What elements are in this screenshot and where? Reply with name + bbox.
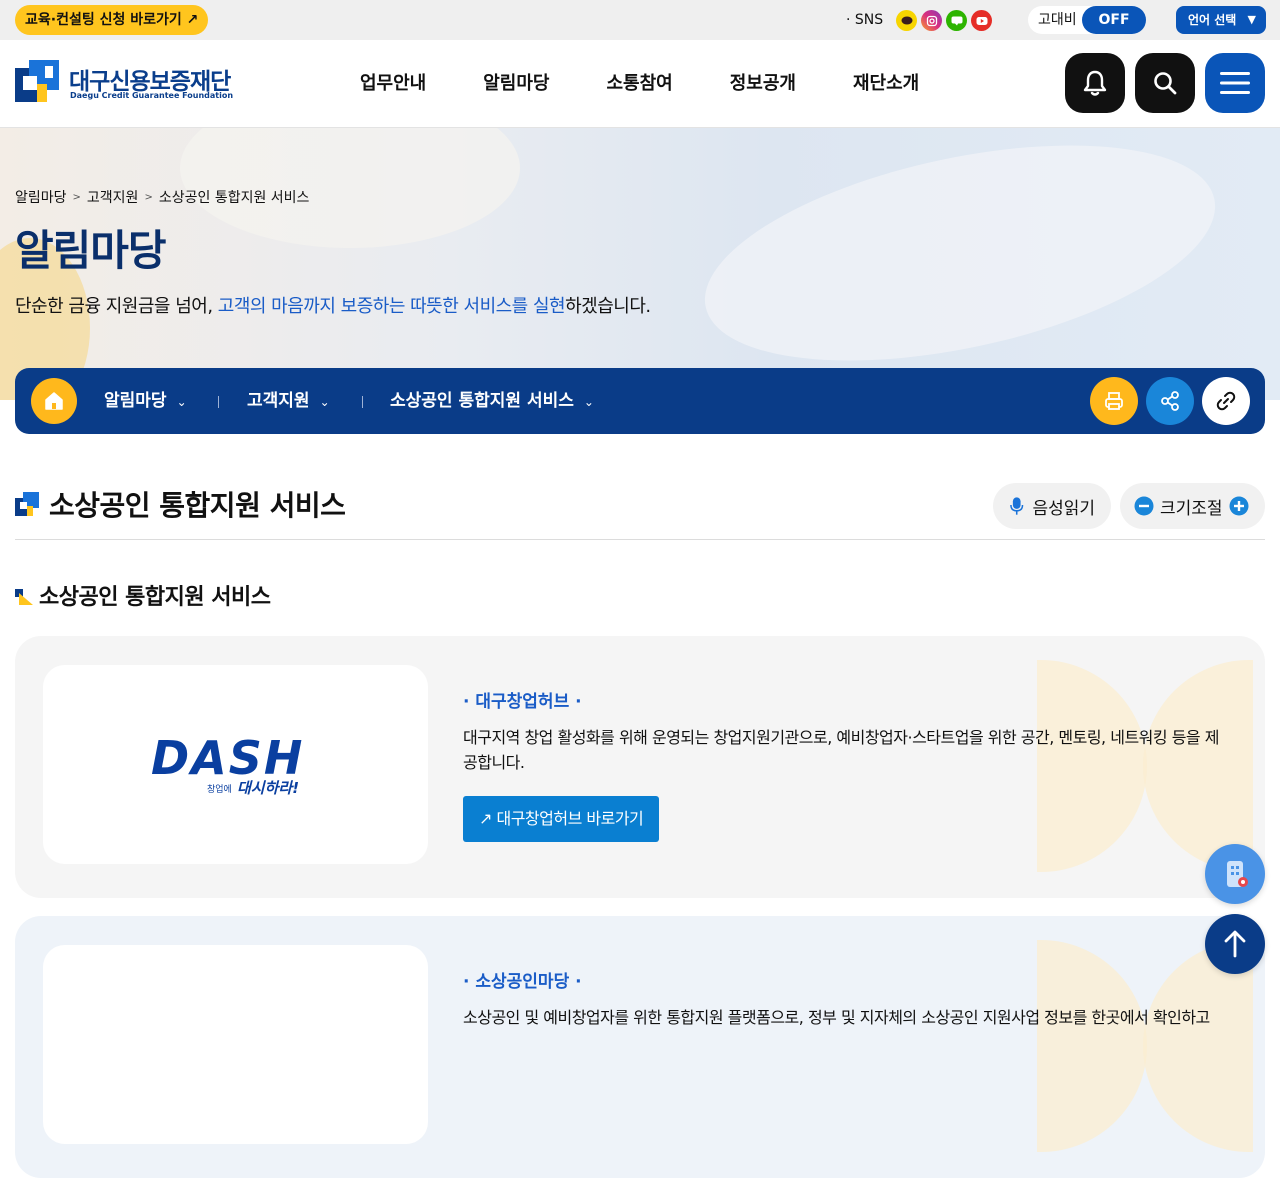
service-logo-box: DASH 창업에 대시하라! <box>43 665 428 864</box>
breadcrumb-separator: > <box>72 192 81 203</box>
page-title: 알림마당 <box>15 226 167 275</box>
dash-logo: DASH 창업에 대시하라! <box>151 733 321 797</box>
service-link-button[interactable]: ↗ 대구창업허브 바로가기 <box>463 796 660 842</box>
location-depth2-select[interactable]: 고객지원 ⌄ <box>247 389 330 414</box>
divider <box>362 396 363 408</box>
high-contrast-toggle[interactable]: OFF <box>1082 6 1146 34</box>
global-navigation: 업무안내 알림마당 소통참여 정보공개 재단소개 <box>360 70 976 98</box>
dash-logo-sub: 대시하라! <box>237 779 300 797</box>
copy-link-button[interactable] <box>1202 377 1250 425</box>
sns-label: · SNS <box>846 12 884 28</box>
read-aloud-label: 음성읽기 <box>1032 498 1095 519</box>
language-select-button[interactable]: 언어 선택 ▼ <box>1176 6 1266 34</box>
content-title-text: 소상공인 통합지원 서비스 <box>49 489 346 522</box>
print-button[interactable] <box>1090 377 1138 425</box>
branch-location-button[interactable] <box>1205 844 1265 904</box>
utility-bar: 교육·컨설팅 신청 바로가기 ↗ · SNS 고대비 OFF 언어 선택 ▼ <box>0 0 1280 40</box>
nav-item-communication[interactable]: 소통참여 <box>607 70 673 98</box>
nav-item-information[interactable]: 정보공개 <box>730 70 796 98</box>
location-navigation-bar: 알림마당 ⌄ 고객지원 ⌄ 소상공인 통합지원 서비스 ⌄ <box>15 368 1265 434</box>
youtube-icon[interactable] <box>971 10 992 31</box>
home-button[interactable] <box>31 378 77 424</box>
instagram-icon[interactable] <box>921 10 942 31</box>
visual-decoration <box>685 128 1235 400</box>
zoom-out-icon[interactable] <box>1134 496 1154 516</box>
notification-button[interactable] <box>1065 53 1125 113</box>
card-decoration <box>1037 940 1147 1152</box>
font-size-control: 크기조절 <box>1120 483 1265 529</box>
chevron-down-icon: ⌄ <box>176 395 187 409</box>
location-depth3-label: 소상공인 통합지원 서비스 <box>390 391 574 411</box>
service-logo-box <box>43 945 428 1144</box>
breadcrumb-item[interactable]: 알림마당 <box>15 188 67 208</box>
slogan-highlight: 고객의 마음까지 보증하는 따뜻한 서비스를 실현 <box>217 296 566 317</box>
section-title-text: 소상공인 통합지원 서비스 <box>39 585 271 610</box>
link-icon <box>1216 391 1236 411</box>
divider <box>15 539 1265 540</box>
chevron-down-icon: ⌄ <box>319 395 330 409</box>
share-button[interactable] <box>1146 377 1194 425</box>
dash-logo-text: DASH <box>151 731 305 785</box>
breadcrumb-item[interactable]: 고객지원 <box>87 188 139 208</box>
share-icon <box>1161 391 1179 411</box>
arrow-up-icon <box>1224 930 1246 958</box>
service-card: DASH 창업에 대시하라! · 대구창업허브 · 대구지역 창업 활성화를 위… <box>15 636 1265 898</box>
nav-item-business-guide[interactable]: 업무안내 <box>360 70 426 98</box>
building-location-icon <box>1227 861 1248 887</box>
section-bullet-icon <box>15 589 33 605</box>
high-contrast-label: 고대비 <box>1038 12 1077 28</box>
all-menu-button[interactable] <box>1205 53 1265 113</box>
microphone-icon <box>1010 497 1024 515</box>
bell-icon <box>1083 70 1107 96</box>
page-visual: 알림마당 > 고객지원 > 소상공인 통합지원 서비스 알림마당 단순한 금융 … <box>0 128 1280 400</box>
content-title: 소상공인 통합지원 서비스 <box>15 486 346 526</box>
service-description: 소상공인 및 예비창업자를 위한 통합지원 플랫폼으로, 정부 및 지자체의 소… <box>463 1008 1210 1027</box>
nav-item-about[interactable]: 재단소개 <box>853 70 919 98</box>
caret-down-icon: ▼ <box>1247 13 1256 26</box>
location-depth2-label: 고객지원 <box>247 391 310 411</box>
breadcrumb-item-current: 소상공인 통합지원 서비스 <box>158 190 310 206</box>
dash-logo-sub-small: 창업에 <box>207 785 232 795</box>
kakao-icon[interactable] <box>896 10 917 31</box>
read-aloud-button[interactable]: 음성읽기 <box>993 483 1111 529</box>
font-size-label: 크기조절 <box>1160 498 1223 519</box>
location-depth1-label: 알림마당 <box>104 391 167 411</box>
zoom-in-icon[interactable] <box>1229 496 1249 516</box>
divider <box>218 396 219 408</box>
search-button[interactable] <box>1135 53 1195 113</box>
page-slogan: 단순한 금융 지원금을 넘어, 고객의 마음까지 보증하는 따뜻한 서비스를 실… <box>15 294 651 320</box>
site-logo[interactable]: 대구신용보증재단 Daegu Credit Guarantee Foundati… <box>15 60 233 108</box>
high-contrast-control: 고대비 OFF <box>1028 6 1146 34</box>
nav-item-notice[interactable]: 알림마당 <box>483 70 549 98</box>
language-select-label: 언어 선택 <box>1188 13 1237 27</box>
education-consulting-link[interactable]: 교육·컨설팅 신청 바로가기 ↗ <box>15 5 209 35</box>
sns-links <box>896 10 992 31</box>
service-name: · 대구창업허브 · <box>463 692 582 712</box>
slogan-text: 하겠습니다. <box>565 296 651 317</box>
section-title: 소상공인 통합지원 서비스 <box>15 583 271 613</box>
title-mark-icon <box>15 492 39 516</box>
menu-icon <box>1220 72 1250 94</box>
slogan-text: 단순한 금융 지원금을 넘어, <box>15 296 218 317</box>
service-name: · 소상공인마당 · <box>463 972 582 992</box>
blog-icon[interactable] <box>946 10 967 31</box>
search-icon <box>1154 72 1177 95</box>
breadcrumb-separator: > <box>144 192 153 203</box>
chevron-down-icon: ⌄ <box>583 395 594 409</box>
service-description: 대구지역 창업 활성화를 위해 운영되는 창업지원기관으로, 예비창업자·스타트… <box>463 728 1219 772</box>
print-icon <box>1105 392 1123 410</box>
scroll-to-top-button[interactable] <box>1205 914 1265 974</box>
breadcrumb: 알림마당 > 고객지원 > 소상공인 통합지원 서비스 <box>15 188 309 208</box>
site-header: 대구신용보증재단 Daegu Credit Guarantee Foundati… <box>0 40 1280 128</box>
location-depth1-select[interactable]: 알림마당 ⌄ <box>104 389 187 414</box>
location-depth3-select[interactable]: 소상공인 통합지원 서비스 ⌄ <box>390 389 594 414</box>
logo-english-name: Daegu Credit Guarantee Foundation <box>70 91 234 100</box>
foundation-logo-icon <box>15 60 59 102</box>
service-card: · 소상공인마당 · 소상공인 및 예비창업자를 위한 통합지원 플랫폼으로, … <box>15 916 1265 1178</box>
home-icon <box>45 392 63 410</box>
